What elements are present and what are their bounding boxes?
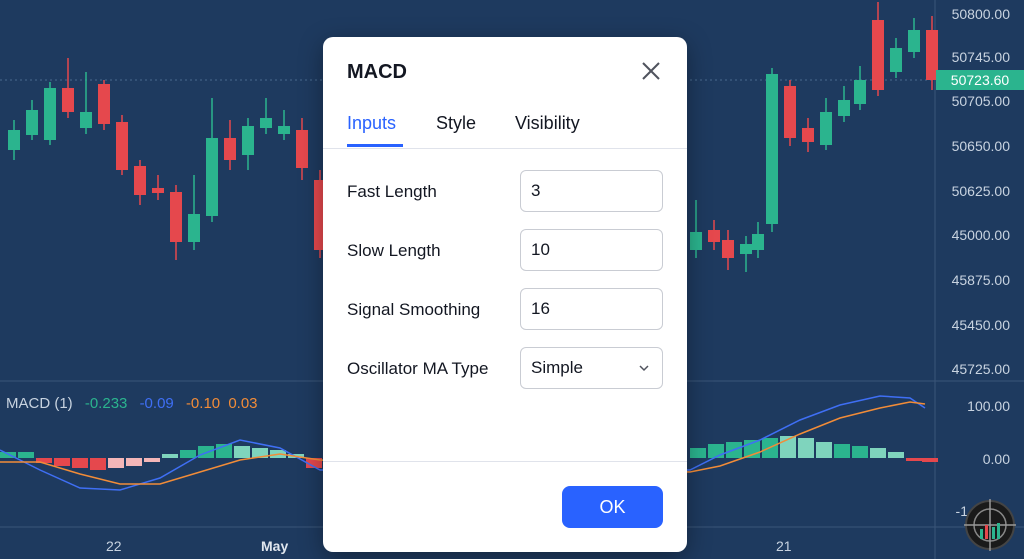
candle-body (752, 234, 764, 250)
macd-axis-label: 0.00 (982, 451, 1010, 467)
price-axis-label: 50650.00 (951, 138, 1010, 154)
candle-body (26, 110, 38, 135)
chevron-down-icon (639, 365, 649, 372)
price-axis-label: 50625.00 (951, 183, 1010, 199)
ma-type-row: Oscillator MA Type Simple (347, 347, 663, 391)
ma-type-value: Simple (531, 358, 583, 377)
indicator-settings-dialog: MACD Inputs Style Visibility Fast Length… (323, 37, 687, 552)
histogram-bar (234, 446, 250, 458)
candle-body (98, 84, 110, 124)
histogram-bar (816, 442, 832, 458)
histogram-bar (144, 458, 160, 462)
candle-body (854, 80, 866, 104)
macd-legend-value: 0.03 (228, 395, 258, 412)
tab-visibility[interactable]: Visibility (515, 113, 580, 134)
date-label: 22 (106, 538, 122, 554)
price-axis-label: 45875.00 (951, 272, 1010, 288)
histogram-bar (798, 438, 814, 458)
candle-body (766, 74, 778, 224)
candle-body (722, 240, 734, 258)
candle-body (80, 112, 92, 128)
candle-body (708, 230, 720, 242)
histogram-bar (108, 458, 124, 468)
price-axis-label: 50800.00 (951, 6, 1010, 22)
tab-style[interactable]: Style (436, 113, 476, 134)
macd-axis-label: 100.00 (967, 398, 1010, 414)
histogram-bar (834, 444, 850, 458)
signal-smoothing-label: Signal Smoothing (347, 300, 481, 319)
slow-length-label: Slow Length (347, 241, 441, 260)
fast-length-input[interactable] (520, 170, 663, 212)
histogram-bar (690, 448, 706, 458)
candle-body (260, 118, 272, 128)
candle-body (8, 130, 20, 150)
dialog-tabs: Inputs Style Visibility (323, 109, 687, 149)
histogram-bar (922, 458, 938, 462)
candle-body (872, 20, 884, 90)
histogram-bar (162, 454, 178, 458)
candle-body (62, 88, 74, 112)
price-axis-label: 50745.00 (951, 49, 1010, 65)
price-axis-label: 50705.00 (951, 93, 1010, 109)
candle-body (820, 112, 832, 145)
date-label: 21 (776, 538, 792, 554)
signal-smoothing-input[interactable] (520, 288, 663, 330)
macd-legend-name: MACD (1) (6, 395, 73, 412)
candle-body (170, 192, 182, 242)
candle-body (206, 138, 218, 216)
dialog-title: MACD (347, 61, 407, 83)
macd-legend-value: -0.233 (84, 395, 128, 412)
ma-type-label: Oscillator MA Type (347, 359, 489, 378)
histogram-bar (18, 452, 34, 458)
ok-button[interactable]: OK (562, 486, 663, 528)
macd-legend-value: -0.10 (185, 395, 221, 412)
histogram-bar (906, 458, 922, 461)
histogram-bar (54, 458, 70, 466)
slow-length-row: Slow Length (347, 229, 663, 273)
current-price-badge: 50723.60 (936, 70, 1024, 90)
candle-body (908, 30, 920, 52)
fast-length-label: Fast Length (347, 182, 437, 201)
candle-body (690, 232, 702, 250)
signal-smoothing-row: Signal Smoothing (347, 288, 663, 332)
histogram-bar (888, 452, 904, 458)
candle-body (188, 214, 200, 242)
candle-body (116, 122, 128, 170)
candle-body (278, 126, 290, 134)
tab-inputs[interactable]: Inputs (347, 113, 396, 134)
close-icon[interactable] (639, 59, 663, 83)
candle-body (224, 138, 236, 160)
candle-body (740, 244, 752, 254)
candle-body (802, 128, 814, 142)
histogram-bar (72, 458, 88, 468)
candle-body (44, 88, 56, 140)
histogram-bar (870, 448, 886, 458)
date-label: May (261, 538, 289, 554)
candle-body (784, 86, 796, 138)
price-axis-label: 45450.00 (951, 317, 1010, 333)
active-tab-indicator (347, 144, 403, 147)
slow-length-input[interactable] (520, 229, 663, 271)
candle-body (296, 130, 308, 168)
histogram-bar (852, 446, 868, 458)
histogram-bar (90, 458, 106, 470)
crosshair-logo-icon (964, 499, 1016, 551)
price-axis-label: 45725.00 (951, 361, 1010, 377)
histogram-bar (708, 444, 724, 458)
histogram-bar (126, 458, 142, 466)
candle-body (242, 126, 254, 155)
candle-body (838, 100, 850, 116)
macd-legend-value: -0.09 (139, 395, 174, 412)
histogram-bar (180, 450, 196, 458)
candle-body (152, 188, 164, 193)
macd-legend: MACD (1) -0.233 -0.09 -0.10 0.03 (6, 395, 266, 412)
candle-body (890, 48, 902, 72)
ma-type-select[interactable]: Simple (520, 347, 663, 389)
dialog-footer-divider (323, 461, 687, 462)
price-axis-label: 45000.00 (951, 227, 1010, 243)
candle-body (134, 166, 146, 195)
fast-length-row: Fast Length (347, 170, 663, 214)
